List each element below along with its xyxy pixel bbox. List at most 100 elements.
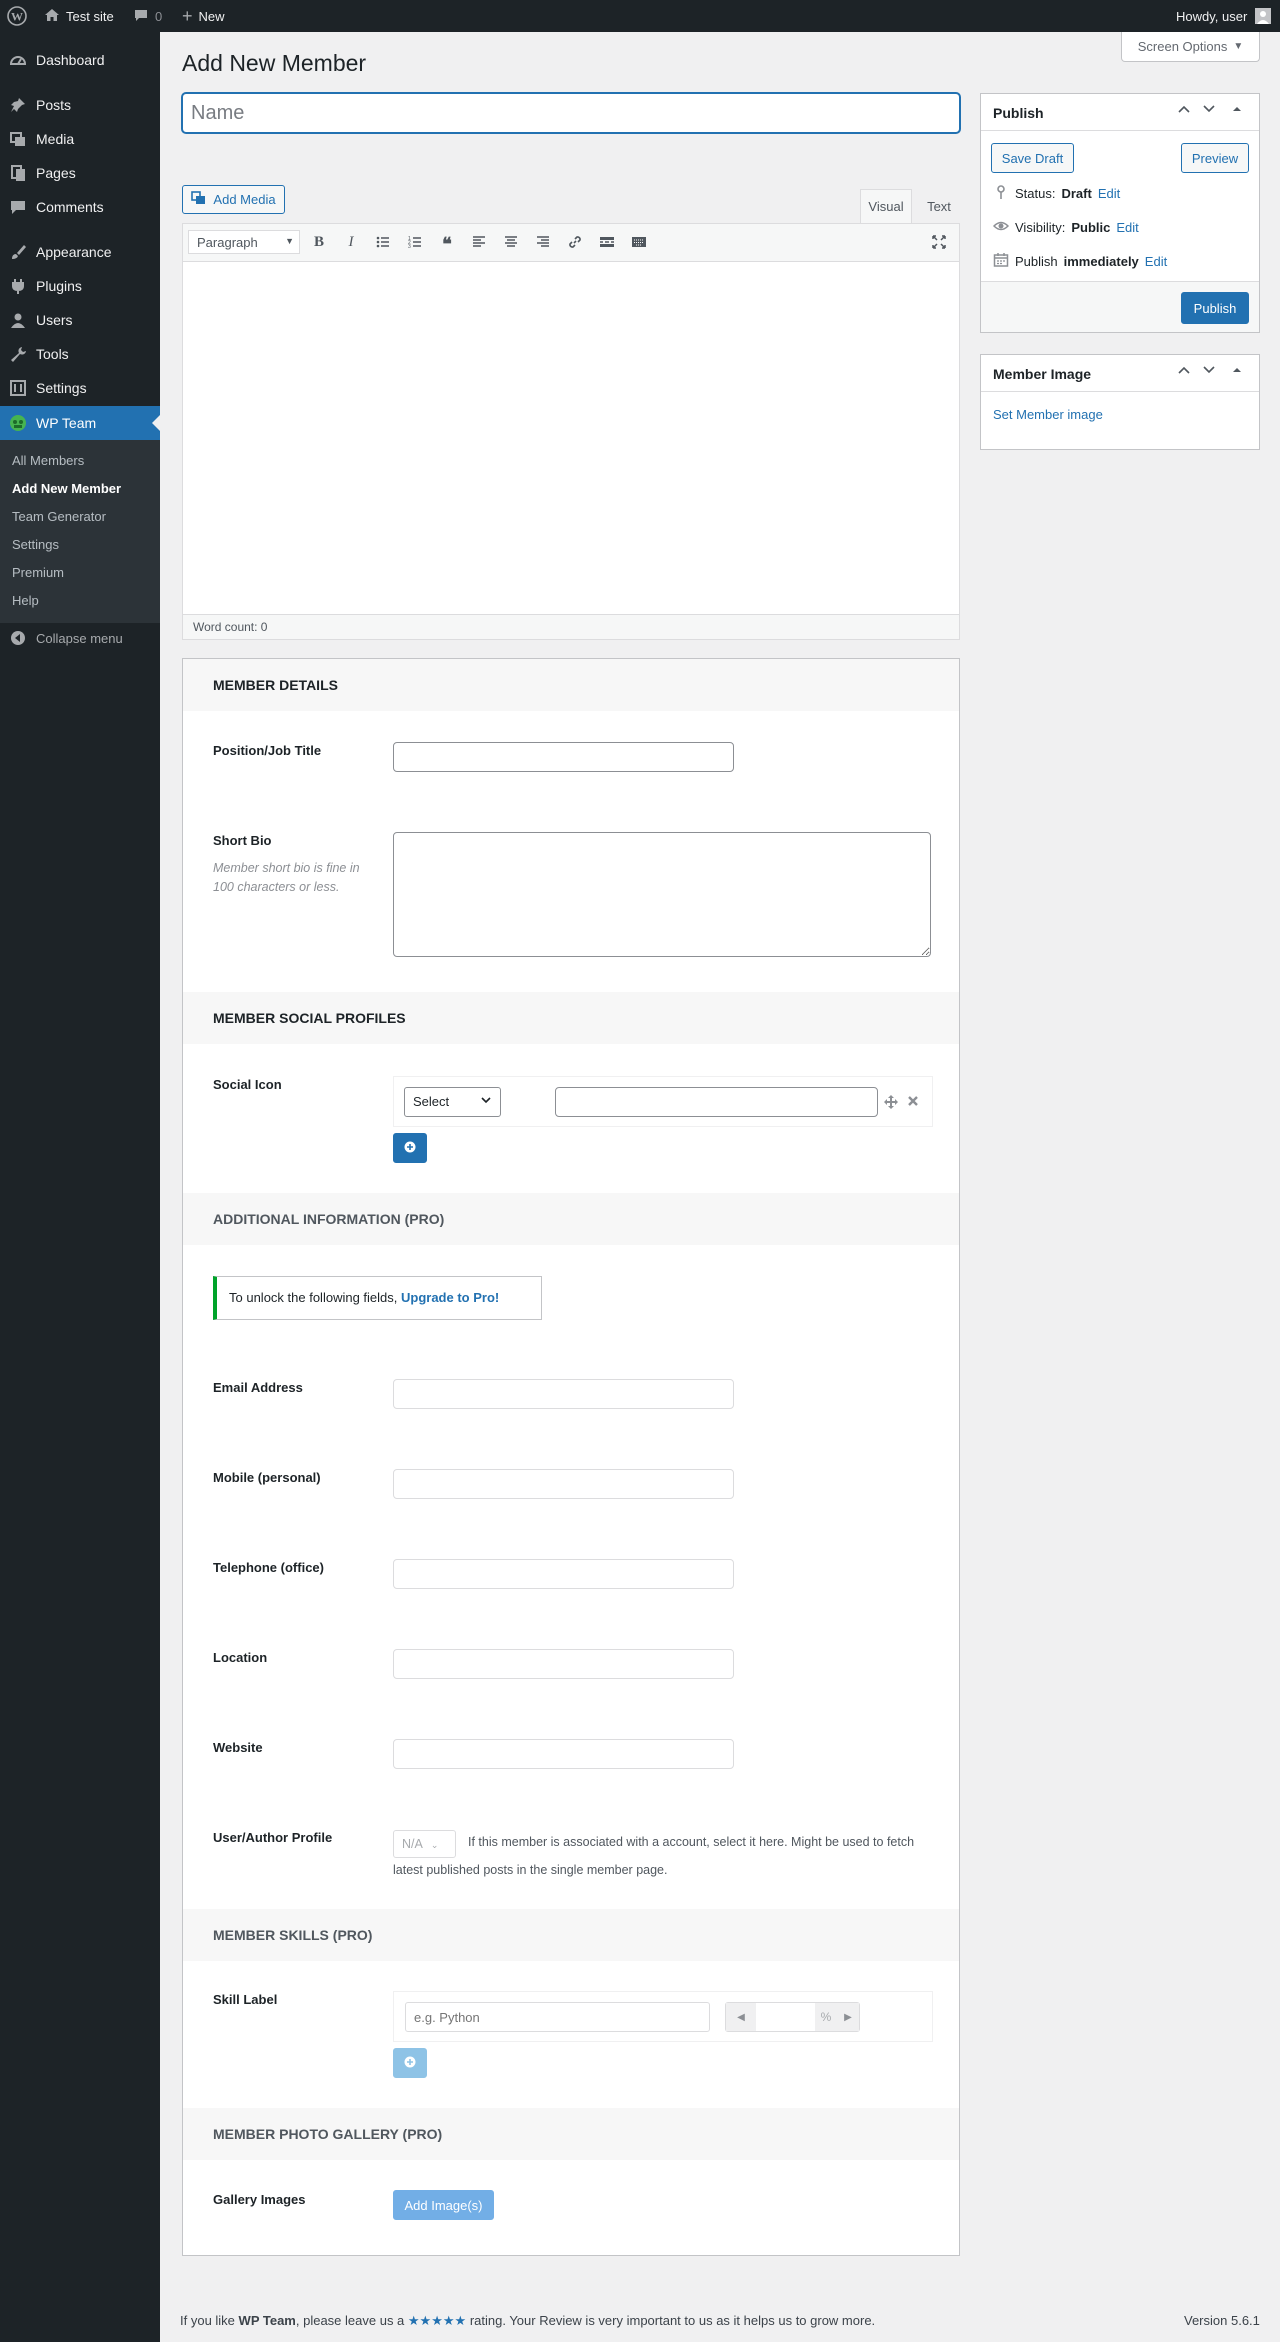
numbered-list-icon[interactable]: 123: [405, 234, 425, 254]
page-title: Add New Member: [182, 50, 367, 76]
read-more-icon[interactable]: [597, 234, 617, 254]
set-member-image-link[interactable]: Set Member image: [993, 407, 1103, 422]
chevron-up-icon[interactable]: [1177, 363, 1191, 380]
location-input[interactable]: [393, 1649, 734, 1679]
upgrade-link[interactable]: Upgrade to Pro!: [401, 1290, 499, 1305]
sidebar-item-label: Posts: [36, 97, 72, 113]
blockquote-icon[interactable]: ❝: [437, 234, 457, 255]
sidebar-item-settings[interactable]: Settings: [0, 371, 160, 405]
bullet-list-icon[interactable]: [373, 234, 393, 254]
svg-text:W: W: [11, 10, 23, 24]
percent-unit: %: [815, 2003, 837, 2031]
collapse-menu-button[interactable]: Collapse menu: [0, 628, 123, 648]
submenu-premium[interactable]: Premium: [12, 565, 64, 580]
email-input[interactable]: [393, 1379, 734, 1409]
wordpress-logo-icon[interactable]: W: [7, 0, 27, 32]
short-bio-label: Short Bio: [213, 833, 272, 848]
italic-icon[interactable]: I: [341, 234, 361, 251]
submenu-add-new-member[interactable]: Add New Member: [12, 481, 121, 496]
move-handle-icon[interactable]: [883, 1094, 899, 1113]
footer-version: Version 5.6.1: [1184, 2313, 1260, 2328]
sidebar-item-wp-team[interactable]: WP Team: [0, 406, 160, 440]
sidebar-item-label: Settings: [36, 380, 87, 396]
mobile-input[interactable]: [393, 1469, 734, 1499]
remove-icon[interactable]: [906, 1094, 920, 1111]
submenu-settings[interactable]: Settings: [12, 537, 59, 552]
align-left-icon[interactable]: [469, 234, 489, 254]
add-skill-button[interactable]: [393, 2048, 427, 2078]
sidebar-item-plugins[interactable]: Plugins: [0, 269, 160, 303]
chevron-down-icon[interactable]: [1202, 102, 1216, 119]
keyboard-icon[interactable]: [629, 234, 649, 254]
social-select-value: Select: [413, 1094, 450, 1109]
user-select[interactable]: N/A ⌄: [393, 1830, 456, 1858]
submenu-help[interactable]: Help: [12, 593, 39, 608]
bold-icon[interactable]: B: [309, 234, 329, 251]
content-editor[interactable]: [182, 261, 960, 615]
plugin-icon: [0, 277, 36, 295]
skill-percent-stepper[interactable]: ◀ % ▶: [725, 2002, 860, 2032]
fullscreen-icon[interactable]: [929, 234, 949, 254]
telephone-input[interactable]: [393, 1559, 734, 1589]
sidebar-item-appearance[interactable]: Appearance: [0, 235, 160, 269]
align-right-icon[interactable]: [533, 234, 553, 254]
tab-text[interactable]: Text: [914, 189, 964, 223]
format-select[interactable]: Paragraph ▼: [188, 230, 300, 254]
sidebar-item-tools[interactable]: Tools: [0, 337, 160, 371]
preview-button[interactable]: Preview: [1181, 143, 1249, 173]
rating-stars-link[interactable]: ★★★★★: [408, 2313, 466, 2328]
submenu-all-members[interactable]: All Members: [12, 453, 84, 468]
edit-status-link[interactable]: Edit: [1098, 186, 1120, 201]
skill-name-input[interactable]: [405, 2002, 710, 2032]
increment-icon[interactable]: ▶: [837, 2003, 859, 2031]
pin-icon: [993, 184, 1009, 203]
comments-icon: [0, 198, 36, 216]
member-name-input[interactable]: [182, 93, 960, 133]
sidebar-item-dashboard[interactable]: Dashboard: [0, 43, 160, 77]
sidebar-item-pages[interactable]: Pages: [0, 156, 160, 190]
decrement-icon[interactable]: ◀: [726, 2003, 756, 2031]
toggle-panel-icon[interactable]: [1231, 363, 1243, 380]
short-bio-textarea[interactable]: [393, 832, 931, 957]
add-images-button[interactable]: Add Image(s): [393, 2190, 494, 2220]
email-label: Email Address: [213, 1380, 303, 1395]
sidebar-item-comments[interactable]: Comments: [0, 190, 160, 224]
chevron-up-icon[interactable]: [1177, 102, 1191, 119]
screen-options-button[interactable]: Screen Options ▼: [1121, 32, 1260, 62]
social-select[interactable]: Select: [404, 1087, 501, 1117]
screen-options-label: Screen Options: [1137, 39, 1228, 54]
social-icon-label: Social Icon: [213, 1077, 282, 1092]
save-draft-button[interactable]: Save Draft: [991, 143, 1074, 173]
position-input[interactable]: [393, 742, 734, 772]
publish-time-line: Publish immediately Edit: [993, 252, 1167, 271]
add-social-button[interactable]: [393, 1133, 427, 1163]
sidebar-item-users[interactable]: Users: [0, 303, 160, 337]
pages-icon: [0, 164, 36, 182]
sidebar-item-posts[interactable]: Posts: [0, 88, 160, 122]
new-content-link[interactable]: + New: [182, 0, 225, 32]
align-center-icon[interactable]: [501, 234, 521, 254]
chevron-down-icon[interactable]: [1202, 363, 1216, 380]
toggle-panel-icon[interactable]: [1231, 102, 1243, 119]
add-media-button[interactable]: Add Media: [182, 185, 285, 214]
edit-visibility-link[interactable]: Edit: [1116, 220, 1138, 235]
mobile-label: Mobile (personal): [213, 1470, 321, 1485]
section-member-details: MEMBER DETAILS: [183, 659, 959, 711]
comments-link[interactable]: 0: [133, 0, 162, 32]
team-icon: [0, 414, 36, 432]
website-input[interactable]: [393, 1739, 734, 1769]
link-icon[interactable]: [565, 234, 585, 254]
tab-visual[interactable]: Visual: [860, 189, 912, 223]
skill-percent-value[interactable]: [756, 2003, 815, 2031]
telephone-label: Telephone (office): [213, 1560, 324, 1575]
site-name-link[interactable]: Test site: [44, 0, 114, 32]
website-label: Website: [213, 1740, 263, 1755]
publish-button[interactable]: Publish: [1181, 292, 1249, 324]
calendar-icon: [993, 252, 1009, 271]
submenu-team-generator[interactable]: Team Generator: [12, 509, 106, 524]
footer-text-before: If you like: [180, 2313, 235, 2328]
social-url-input[interactable]: [555, 1087, 878, 1117]
sidebar-item-media[interactable]: Media: [0, 122, 160, 156]
account-menu[interactable]: Howdy, user: [1176, 0, 1272, 32]
edit-publish-time-link[interactable]: Edit: [1145, 254, 1167, 269]
